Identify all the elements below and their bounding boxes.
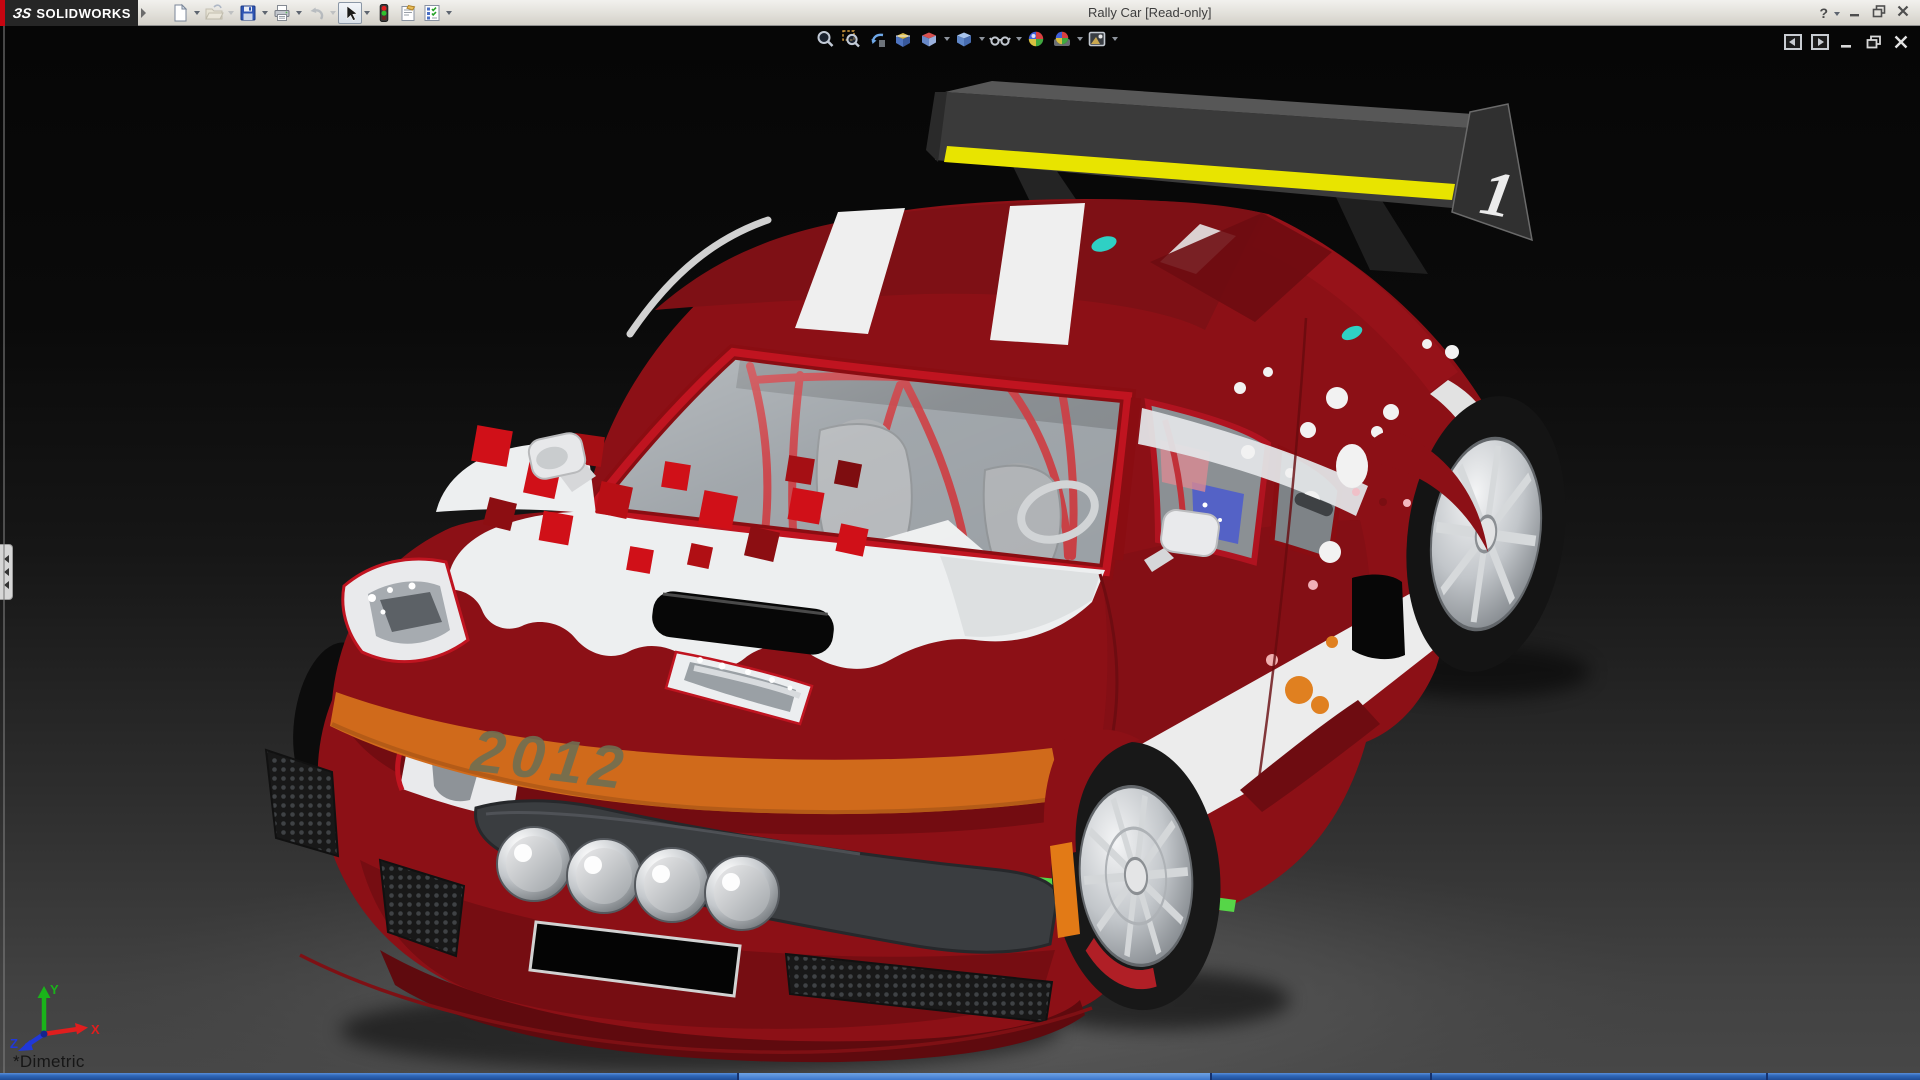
triad-x-label: X [91, 1022, 100, 1037]
select-dropdown[interactable] [362, 2, 372, 24]
print-icon [272, 3, 292, 23]
edit-appearance-button[interactable] [1023, 28, 1049, 50]
previous-view-icon [867, 29, 887, 49]
doc-minimize-icon [1838, 34, 1856, 50]
zoom-to-fit-button[interactable] [812, 28, 838, 50]
taskbar-divider [737, 1073, 739, 1080]
hide-show-items-dropdown[interactable] [1014, 37, 1023, 41]
display-style-button[interactable] [951, 28, 977, 50]
restore-button[interactable] [1870, 2, 1888, 25]
options-dropdown[interactable] [444, 2, 454, 24]
left-headlight [343, 559, 468, 662]
doc-close-icon [1892, 34, 1910, 50]
feature-manager-flyout-tab[interactable] [0, 544, 13, 600]
solidworks-window: ЗS SOLIDWORKS [0, 0, 1920, 1080]
close-button[interactable] [1894, 2, 1912, 25]
save-button[interactable] [236, 2, 260, 24]
doc-minimize-button[interactable] [1838, 34, 1856, 55]
undo-icon [306, 3, 326, 23]
view-orientation-label: *Dimetric [13, 1052, 85, 1072]
apply-scene-button[interactable] [1049, 28, 1075, 50]
display-style-icon [954, 29, 974, 49]
zoom-to-fit-icon [815, 29, 835, 49]
apply-scene-dropdown[interactable] [1075, 37, 1084, 41]
close-icon [1894, 2, 1912, 20]
document-title: Rally Car [Read-only] [1088, 5, 1212, 20]
display-style-dropdown[interactable] [977, 37, 986, 41]
open-folder-icon [204, 3, 224, 23]
edit-appearance-icon [1026, 29, 1046, 49]
pane-next-icon [1811, 34, 1829, 50]
select-cursor-icon [341, 4, 359, 22]
pane-next-button[interactable] [1811, 34, 1829, 55]
view-settings-dropdown[interactable] [1110, 37, 1119, 41]
help-button[interactable]: ? [1819, 5, 1828, 21]
open-button[interactable] [202, 2, 226, 24]
taskbar-divider [1430, 1073, 1432, 1080]
title-bar: ЗS SOLIDWORKS [0, 0, 1920, 26]
file-properties-icon [398, 3, 418, 23]
taskbar-edge[interactable] [0, 1073, 1920, 1080]
taskbar-divider [1766, 1073, 1768, 1080]
view-settings-icon [1087, 29, 1107, 49]
view-orientation-icon [919, 29, 939, 49]
taskbar-divider [1210, 1073, 1212, 1080]
doc-restore-button[interactable] [1865, 34, 1883, 55]
help-dropdown[interactable] [1834, 12, 1840, 16]
headsup-view-toolbar [812, 28, 1119, 50]
view-orientation-dropdown[interactable] [942, 37, 951, 41]
file-properties-button[interactable] [396, 2, 420, 24]
triad-z-label: Z [10, 1036, 18, 1051]
new-document-button[interactable] [168, 2, 192, 24]
car-3d-model[interactable]: 1 [0, 26, 1920, 1073]
document-window-controls [1784, 34, 1910, 55]
zoom-to-area-button[interactable] [838, 28, 864, 50]
triad-y-label: Y [50, 982, 59, 997]
undo-dropdown[interactable] [328, 2, 338, 24]
restore-icon [1870, 2, 1888, 20]
main-toolbar [168, 2, 454, 24]
section-view-icon [893, 29, 913, 49]
zoom-to-area-icon [841, 29, 861, 49]
new-document-icon [170, 3, 190, 23]
doc-restore-icon [1865, 34, 1883, 50]
app-logo: ЗS SOLIDWORKS [5, 0, 138, 26]
brand-name: SOLIDWORKS [36, 6, 131, 21]
save-dropdown[interactable] [260, 2, 270, 24]
options-icon [422, 3, 442, 23]
section-view-button[interactable] [890, 28, 916, 50]
previous-view-button[interactable] [864, 28, 890, 50]
brand-mark: ЗS [12, 5, 33, 21]
doc-close-button[interactable] [1892, 34, 1910, 55]
view-orientation-button[interactable] [916, 28, 942, 50]
new-document-dropdown[interactable] [192, 2, 202, 24]
traffic-light-icon [374, 3, 394, 23]
rebuild-button[interactable] [372, 2, 396, 24]
options-button[interactable] [420, 2, 444, 24]
hide-show-items-icon [989, 29, 1011, 49]
minimize-icon [1846, 2, 1864, 20]
pane-previous-icon [1784, 34, 1802, 50]
graphics-viewport[interactable]: 1 [0, 26, 1920, 1073]
window-controls: ? [1819, 2, 1912, 24]
window-frame-edge [3, 26, 5, 1073]
undo-button[interactable] [304, 2, 328, 24]
menu-flyout-arrow-icon[interactable] [141, 8, 146, 18]
print-button[interactable] [270, 2, 294, 24]
save-icon [238, 3, 258, 23]
apply-scene-icon [1052, 29, 1072, 49]
minimize-button[interactable] [1846, 2, 1864, 25]
taskbar-segment [737, 1073, 1210, 1080]
print-dropdown[interactable] [294, 2, 304, 24]
view-settings-button[interactable] [1084, 28, 1110, 50]
select-button[interactable] [338, 2, 362, 24]
open-dropdown[interactable] [226, 2, 236, 24]
hide-show-items-button[interactable] [986, 28, 1014, 50]
pane-previous-button[interactable] [1784, 34, 1802, 55]
reference-triad: Y X Z [6, 982, 106, 1060]
